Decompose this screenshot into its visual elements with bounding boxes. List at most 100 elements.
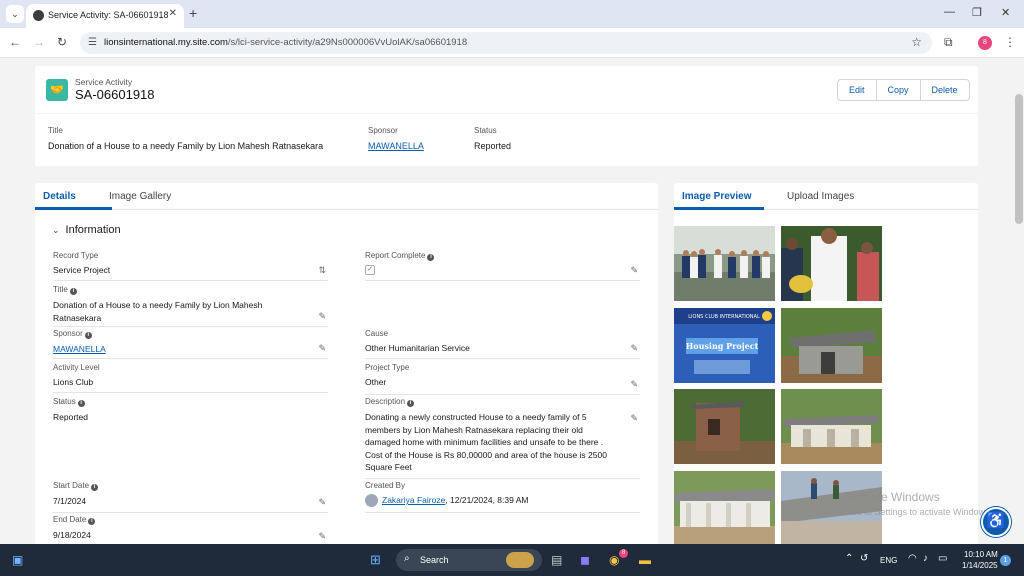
teams-icon[interactable]: ◼ [580, 553, 590, 567]
details-panel: Details Image Gallery ⌄ Information Recor… [35, 183, 658, 544]
detail-tabs: Details Image Gallery [35, 183, 658, 210]
globe-favicon-icon [33, 10, 44, 21]
chevron-up-icon[interactable]: ⌃ [845, 553, 853, 564]
battery-icon[interactable]: ▭ [938, 553, 947, 564]
kebab-icon[interactable]: ⋮ [1004, 35, 1016, 49]
address-bar[interactable]: ☰ lionsinternational.my.site.com/s/lci-s… [80, 32, 932, 54]
tab-upload-images[interactable]: Upload Images [787, 191, 854, 202]
new-house-image [781, 389, 882, 464]
info-icon[interactable]: i [84, 332, 92, 339]
gallery-image-6[interactable] [781, 389, 882, 464]
tab-details[interactable]: Details [43, 191, 76, 202]
pencil-icon[interactable]: ✎ [630, 265, 638, 276]
notification-badge[interactable]: 1 [1000, 555, 1011, 566]
highlight-sponsor: Sponsor MAWANELLA [368, 126, 424, 151]
field-title: Title i Donation of a House to a needy Fa… [53, 285, 328, 327]
copy-button[interactable]: Copy [877, 80, 921, 100]
task-view-icon[interactable]: ▣ [12, 553, 23, 567]
field-description: Description i Donating a newly constructe… [365, 397, 640, 479]
created-by-user-link[interactable]: Zakariya Fairoze [382, 495, 445, 505]
forward-icon[interactable]: → [33, 35, 45, 49]
taskbar-search[interactable]: ⌕ Search [396, 549, 542, 571]
object-type-label: Service Activity [75, 77, 133, 87]
poster-header-text: LIONS CLUB INTERNATIONAL [688, 314, 760, 320]
group-photo-image [674, 226, 775, 301]
sponsor-value-link[interactable]: MAWANELLA [53, 344, 106, 354]
gallery-image-7[interactable] [674, 471, 775, 544]
search-highlight-icon [506, 552, 534, 568]
activate-windows-subtitle: Go to Settings to activate Windows. [850, 507, 993, 517]
file-explorer-thumb-icon[interactable]: ▤ [551, 553, 562, 567]
field-sponsor: Sponsor i MAWANELLA ✎ [53, 329, 328, 359]
activate-windows-title: Activate Windows [845, 490, 940, 504]
folder-icon[interactable]: ▬ [639, 553, 651, 567]
field-report-complete: Report Complete i ✓ ✎ [365, 251, 640, 281]
info-icon[interactable]: i [77, 400, 85, 407]
page-scrollbar[interactable] [1015, 94, 1023, 224]
field-activity-level: Activity Level Lions Club [53, 363, 328, 393]
gallery-image-3[interactable]: LIONS CLUB INTERNATIONAL Housing Project [674, 308, 775, 383]
field-created-by: Created By Zakariya Fairoze, 12/21/2024,… [365, 481, 640, 513]
highlights-panel: Title Donation of a House to a needy Fam… [35, 113, 978, 166]
wifi-icon[interactable]: ◠ [908, 553, 917, 564]
star-icon[interactable]: ☆ [911, 35, 922, 49]
windows-start-icon[interactable]: ⊞ [370, 552, 381, 568]
profile-avatar[interactable]: 8 [978, 36, 992, 50]
chevron-down-icon: ⌄ [52, 225, 60, 235]
volume-icon[interactable]: ♪ [923, 553, 928, 564]
gallery-image-1[interactable] [674, 226, 775, 301]
info-icon[interactable]: i [427, 254, 435, 261]
language-indicator[interactable]: ENG [880, 556, 897, 565]
minimize-icon[interactable]: — [944, 6, 955, 18]
swap-icon[interactable]: ⇅ [318, 265, 326, 276]
highlight-status: Status Reported [474, 126, 512, 151]
accessibility-icon[interactable]: ♿ [981, 507, 1011, 537]
info-icon[interactable]: i [88, 518, 96, 525]
tab-title: Service Activity: SA-06601918 [48, 10, 169, 20]
tab-search-menu-icon[interactable]: ⌄ [6, 5, 24, 23]
section-information-toggle[interactable]: ⌄ Information [52, 224, 121, 236]
search-icon: ⌕ [404, 553, 410, 564]
info-icon[interactable]: i [407, 400, 415, 407]
pencil-icon[interactable]: ✎ [630, 379, 638, 390]
site-info-icon[interactable]: ☰ [88, 37, 97, 48]
gallery-image-2[interactable] [781, 226, 882, 301]
edit-button[interactable]: Edit [838, 80, 877, 100]
field-cause: Cause Other Humanitarian Service ✎ [365, 329, 640, 359]
sync-icon[interactable]: ↺ [860, 553, 868, 564]
tab-image-gallery[interactable]: Image Gallery [109, 191, 171, 202]
pencil-icon[interactable]: ✎ [318, 311, 326, 322]
pencil-icon[interactable]: ✎ [318, 343, 326, 354]
brick-house-image [674, 389, 775, 464]
gallery-image-4[interactable] [781, 308, 882, 383]
report-complete-checkbox[interactable]: ✓ [365, 265, 375, 275]
reload-icon[interactable]: ↻ [57, 35, 67, 49]
tab-image-preview[interactable]: Image Preview [682, 191, 751, 202]
page-content: 🤝 Service Activity SA-06601918 Edit Copy… [0, 58, 1024, 544]
gallery-image-5[interactable] [674, 389, 775, 464]
clock-date[interactable]: 1/14/2025 [962, 561, 998, 570]
info-icon[interactable]: i [69, 288, 77, 295]
housing-project-poster-image: LIONS CLUB INTERNATIONAL Housing Project [674, 308, 775, 383]
pencil-icon[interactable]: ✎ [318, 497, 326, 508]
field-record-type: Record Type Service Project ⇅ [53, 251, 328, 281]
close-window-icon[interactable]: ✕ [1001, 6, 1010, 19]
browser-tab-active[interactable]: Service Activity: SA-06601918 ✕ [26, 4, 184, 28]
extensions-icon[interactable]: ⧉ [944, 35, 953, 50]
info-icon[interactable]: i [91, 484, 99, 491]
chrome-icon[interactable]: ◉ [609, 553, 619, 567]
poster-title-text: Housing Project [686, 341, 759, 351]
tab-close-icon[interactable]: ✕ [169, 8, 177, 19]
clock-time[interactable]: 10:10 AM [964, 550, 998, 559]
browser-toolbar: ← → ↻ ☰ lionsinternational.my.site.com/s… [0, 28, 1024, 58]
back-icon[interactable]: ← [9, 35, 21, 49]
house-front-image [674, 471, 775, 544]
pencil-icon[interactable]: ✎ [318, 531, 326, 542]
pencil-icon[interactable]: ✎ [630, 343, 638, 354]
new-tab-icon[interactable]: + [189, 5, 197, 21]
delete-button[interactable]: Delete [921, 80, 969, 100]
image-tabs: Image Preview Upload Images [674, 183, 978, 210]
restore-icon[interactable]: ❐ [972, 6, 982, 19]
sponsor-link[interactable]: MAWANELLA [368, 141, 424, 151]
pencil-icon[interactable]: ✎ [630, 413, 638, 424]
